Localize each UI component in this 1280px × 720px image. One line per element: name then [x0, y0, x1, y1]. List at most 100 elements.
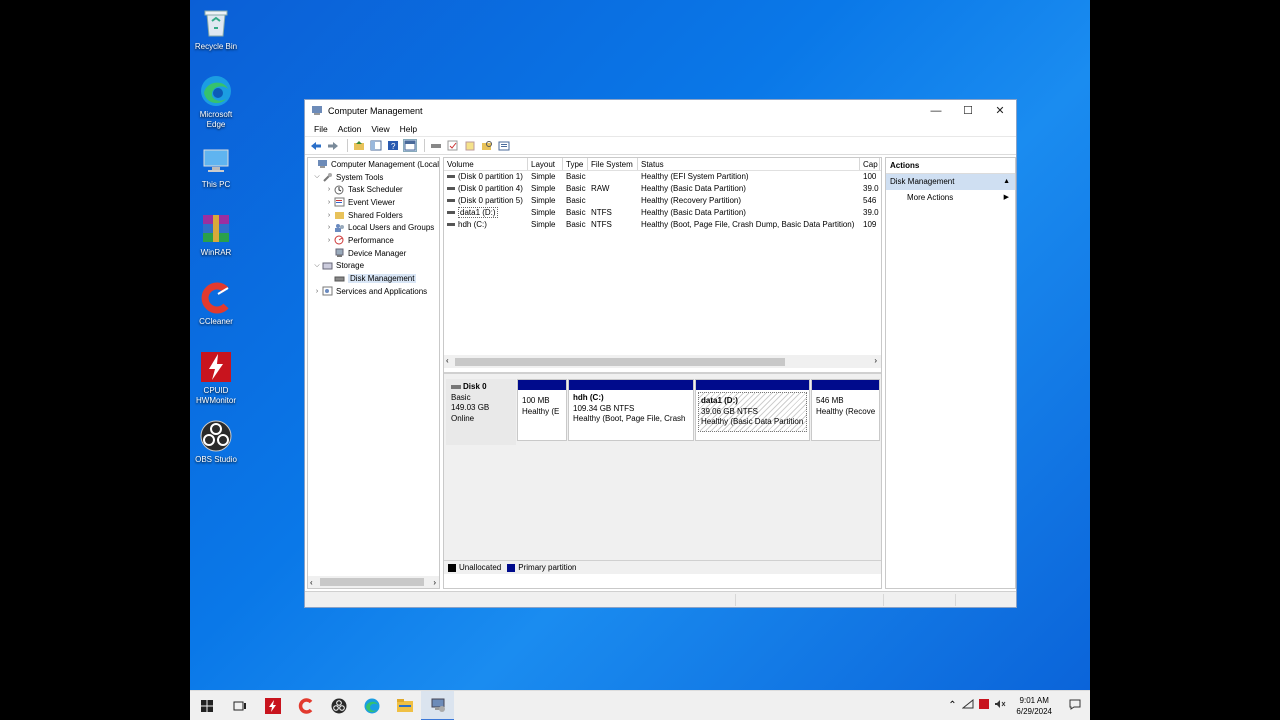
tree-item-shared-folders[interactable]: › Shared Folders — [308, 209, 439, 222]
tree-item-system-tools[interactable]: ⌵ System Tools — [308, 171, 439, 184]
computer-management-window: Computer Management — ☐ ✕ File Action Vi… — [304, 99, 1017, 608]
taskbar-hwmonitor[interactable] — [256, 691, 289, 720]
volume-list-horizontal-scrollbar[interactable]: ‹ › — [444, 355, 881, 368]
start-button[interactable] — [190, 691, 223, 720]
desktop-icon-edge[interactable]: Microsoft Edge — [190, 74, 242, 130]
tree-item-local-users[interactable]: › Local Users and Groups — [308, 221, 439, 234]
partition-c[interactable]: hdh (C:) 109.34 GB NTFS Healthy (Boot, P… — [568, 379, 694, 441]
volume-row[interactable]: (Disk 0 partition 4) Simple Basic RAW Health… — [444, 183, 881, 195]
taskbar-obs[interactable] — [322, 691, 355, 720]
task-view-button[interactable] — [223, 691, 256, 720]
tree-item-root[interactable]: Computer Management (Local — [308, 158, 439, 171]
column-header-volume[interactable]: Volume — [444, 158, 528, 170]
search-folder-icon[interactable] — [480, 139, 494, 152]
volume-row[interactable]: (Disk 0 partition 5) Simple Basic Healthy (… — [444, 195, 881, 207]
expand-chevron-icon[interactable]: › — [324, 212, 334, 219]
hwmonitor-tray-icon[interactable] — [976, 699, 992, 712]
disk-type: Basic — [451, 392, 471, 402]
desktop-icon-hwmonitor[interactable]: CPUID HWMonitor — [190, 350, 242, 406]
clock[interactable]: 9:01 AM 6/29/2024 — [1008, 695, 1060, 717]
scroll-thumb[interactable] — [455, 358, 785, 366]
taskbar-edge[interactable] — [355, 691, 388, 720]
collapse-chevron-icon[interactable]: ⌵ — [312, 262, 322, 270]
tree-item-storage[interactable]: ⌵ Storage — [308, 260, 439, 273]
scroll-thumb[interactable] — [320, 578, 424, 586]
app-icon — [311, 104, 323, 118]
help-icon[interactable]: ? — [386, 139, 400, 152]
performance-icon — [334, 235, 345, 245]
unallocated-swatch — [448, 563, 456, 572]
menu-file[interactable]: File — [309, 124, 333, 134]
expand-chevron-icon[interactable]: › — [324, 199, 334, 206]
notification-center-button[interactable] — [1060, 699, 1090, 713]
menu-view[interactable]: View — [366, 124, 394, 134]
title-bar[interactable]: Computer Management — ☐ ✕ — [305, 100, 1016, 121]
expand-chevron-icon[interactable]: › — [324, 237, 334, 244]
expand-chevron-icon[interactable]: › — [312, 288, 322, 295]
disk-icon[interactable] — [429, 139, 443, 152]
scroll-right-icon[interactable]: › — [433, 578, 436, 587]
scroll-left-icon[interactable]: ‹ — [446, 356, 449, 365]
menu-action[interactable]: Action — [333, 124, 367, 134]
desktop-icon-obs[interactable]: OBS Studio — [190, 419, 242, 465]
tree-item-event-viewer[interactable]: › Event Viewer — [308, 196, 439, 209]
scroll-left-icon[interactable]: ‹ — [310, 578, 313, 587]
tree-horizontal-scrollbar[interactable]: ‹ › — [308, 576, 439, 588]
taskbar-ccleaner[interactable] — [289, 691, 322, 720]
more-actions[interactable]: More Actions ▶ — [886, 190, 1015, 206]
tree-item-task-scheduler[interactable]: › Task Scheduler — [308, 183, 439, 196]
column-header-capacity[interactable]: Cap — [860, 158, 880, 170]
primary-partition-bar — [812, 380, 879, 390]
volume-row[interactable]: data1 (D:) Simple Basic NTFS Healthy (Basic … — [444, 207, 881, 219]
desktop-icon-winrar[interactable]: WinRAR — [190, 212, 242, 258]
partition-d[interactable]: data1 (D:) 39.06 GB NTFS Healthy (Basic … — [695, 379, 810, 441]
show-hidden-icons-chevron-icon[interactable]: ⌃ — [944, 700, 960, 711]
capacity-cell: 39.0 — [863, 208, 879, 217]
window-title: Computer Management — [328, 105, 423, 116]
scroll-right-icon[interactable]: › — [874, 356, 877, 365]
obs-icon — [331, 698, 346, 713]
back-icon[interactable] — [309, 139, 323, 152]
properties-icon[interactable] — [497, 139, 511, 152]
maximize-button[interactable]: ☐ — [952, 100, 984, 121]
taskbar-file-explorer[interactable] — [388, 691, 421, 720]
column-header-type[interactable]: Type — [563, 158, 588, 170]
volume-icon[interactable] — [992, 699, 1008, 712]
column-header-layout[interactable]: Layout — [528, 158, 563, 170]
desktop-icon-this-pc[interactable]: This PC — [190, 144, 242, 190]
shared-folder-icon — [334, 210, 345, 220]
volume-row[interactable]: (Disk 0 partition 1) Simple Basic Healthy (… — [444, 171, 881, 183]
partition-recovery[interactable]: 546 MB Healthy (Recove — [811, 379, 880, 441]
clock-date: 6/29/2024 — [1016, 706, 1052, 716]
network-icon[interactable] — [960, 698, 976, 712]
actions-disk-management[interactable]: Disk Management ▲ — [886, 174, 1015, 190]
console-icon[interactable] — [403, 139, 417, 152]
disk-management-pane: Volume Layout Type File System Status Ca… — [443, 157, 882, 589]
forward-icon[interactable] — [326, 139, 340, 152]
partition-efi[interactable]: 100 MB Healthy (E — [517, 379, 567, 441]
collapse-chevron-icon[interactable]: ⌵ — [312, 173, 322, 181]
recycle-bin-icon — [199, 6, 233, 40]
minimize-button[interactable]: — — [920, 100, 952, 121]
menu-help[interactable]: Help — [395, 124, 422, 134]
expand-chevron-icon[interactable]: › — [324, 186, 334, 193]
show-hide-tree-icon[interactable] — [369, 139, 383, 152]
column-header-status[interactable]: Status — [638, 158, 860, 170]
disk-0-label[interactable]: Disk 0 Basic 149.03 GB Online — [446, 379, 516, 445]
tree-item-disk-management[interactable]: Disk Management — [308, 272, 439, 285]
taskbar-computer-management[interactable] — [421, 690, 454, 720]
check-icon[interactable] — [446, 139, 460, 152]
tree-item-services-apps[interactable]: › Services and Applications — [308, 285, 439, 298]
tree-item-device-manager[interactable]: Device Manager — [308, 247, 439, 260]
volume-row[interactable]: hdh (C:) Simple Basic NTFS Healthy (Boot, Pa… — [444, 219, 881, 231]
close-button[interactable]: ✕ — [984, 100, 1016, 121]
up-folder-icon[interactable] — [352, 139, 366, 152]
desktop-icon-recycle-bin[interactable]: Recycle Bin — [190, 6, 242, 52]
column-header-file-system[interactable]: File System — [588, 158, 638, 170]
expand-chevron-icon[interactable]: › — [324, 224, 334, 231]
collapse-up-icon[interactable]: ▲ — [1003, 174, 1010, 190]
new-volume-icon[interactable] — [463, 139, 477, 152]
desktop-icon-ccleaner[interactable]: CCleaner — [190, 281, 242, 327]
tree-item-performance[interactable]: › Performance — [308, 234, 439, 247]
status-cell: Healthy (Basic Data Partition) — [641, 184, 746, 193]
